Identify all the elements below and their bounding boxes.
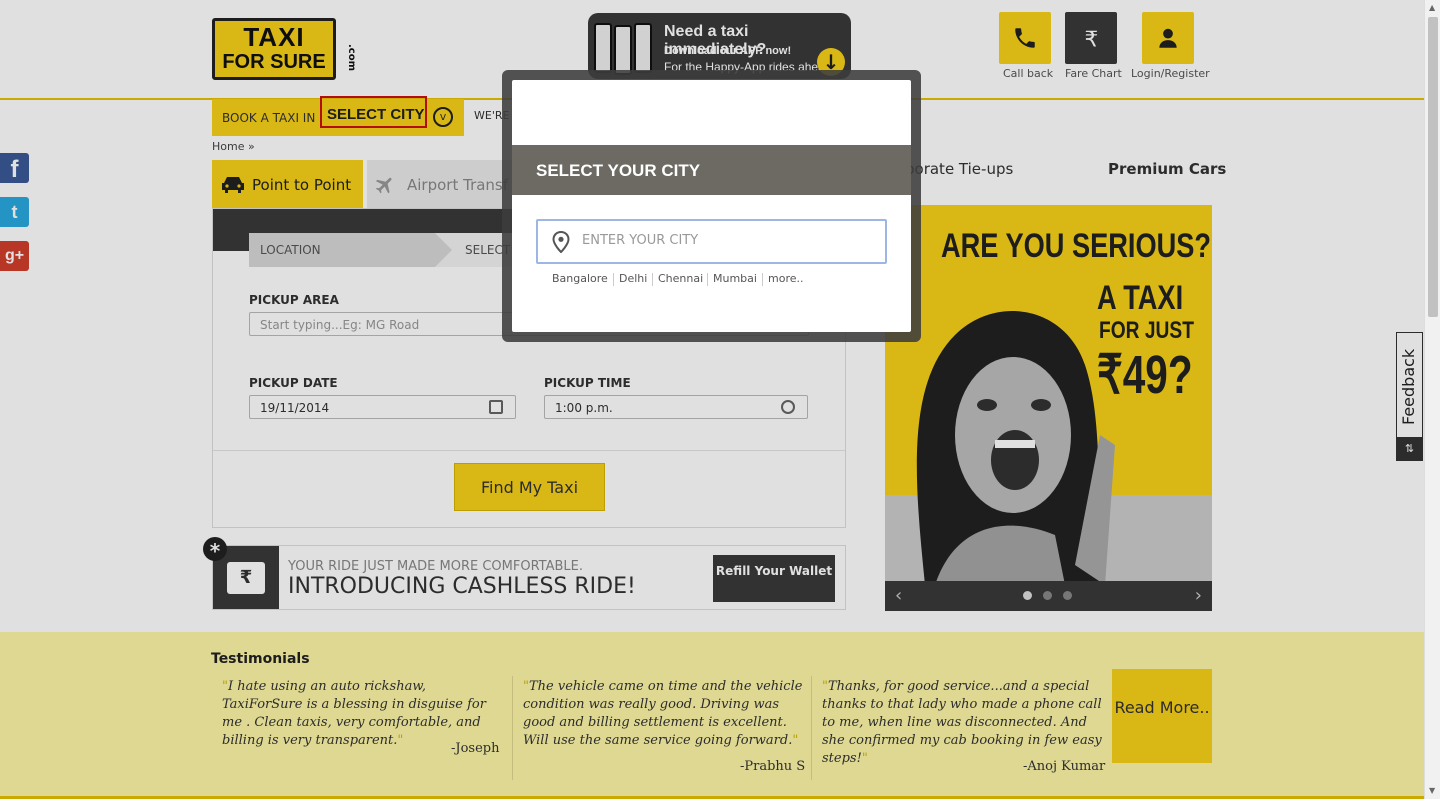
city-link-mumbai[interactable]: Mumbai — [713, 272, 757, 285]
city-link-divider — [652, 273, 653, 286]
city-link-delhi[interactable]: Delhi — [619, 272, 647, 285]
city-link-bangalore[interactable]: Bangalore — [552, 272, 608, 285]
scroll-down-icon[interactable]: ▼ — [1429, 786, 1435, 795]
city-link-divider — [613, 273, 614, 286]
city-link-divider — [762, 273, 763, 286]
page-scrollbar[interactable]: ▲ ▼ — [1424, 0, 1440, 799]
scrollbar-thumb[interactable] — [1428, 17, 1438, 317]
scroll-up-icon[interactable]: ▲ — [1429, 3, 1435, 12]
city-link-chennai[interactable]: Chennai — [658, 272, 703, 285]
city-link-more[interactable]: more.. — [768, 272, 804, 285]
city-link-divider — [707, 273, 708, 286]
location-pin-icon — [552, 231, 570, 253]
select-city-modal: SELECT YOUR CITY Bangalore Delhi Chennai… — [512, 80, 911, 332]
modal-title: SELECT YOUR CITY — [512, 145, 911, 195]
city-input-wrapper[interactable] — [536, 219, 887, 264]
city-search-input[interactable] — [582, 233, 872, 248]
